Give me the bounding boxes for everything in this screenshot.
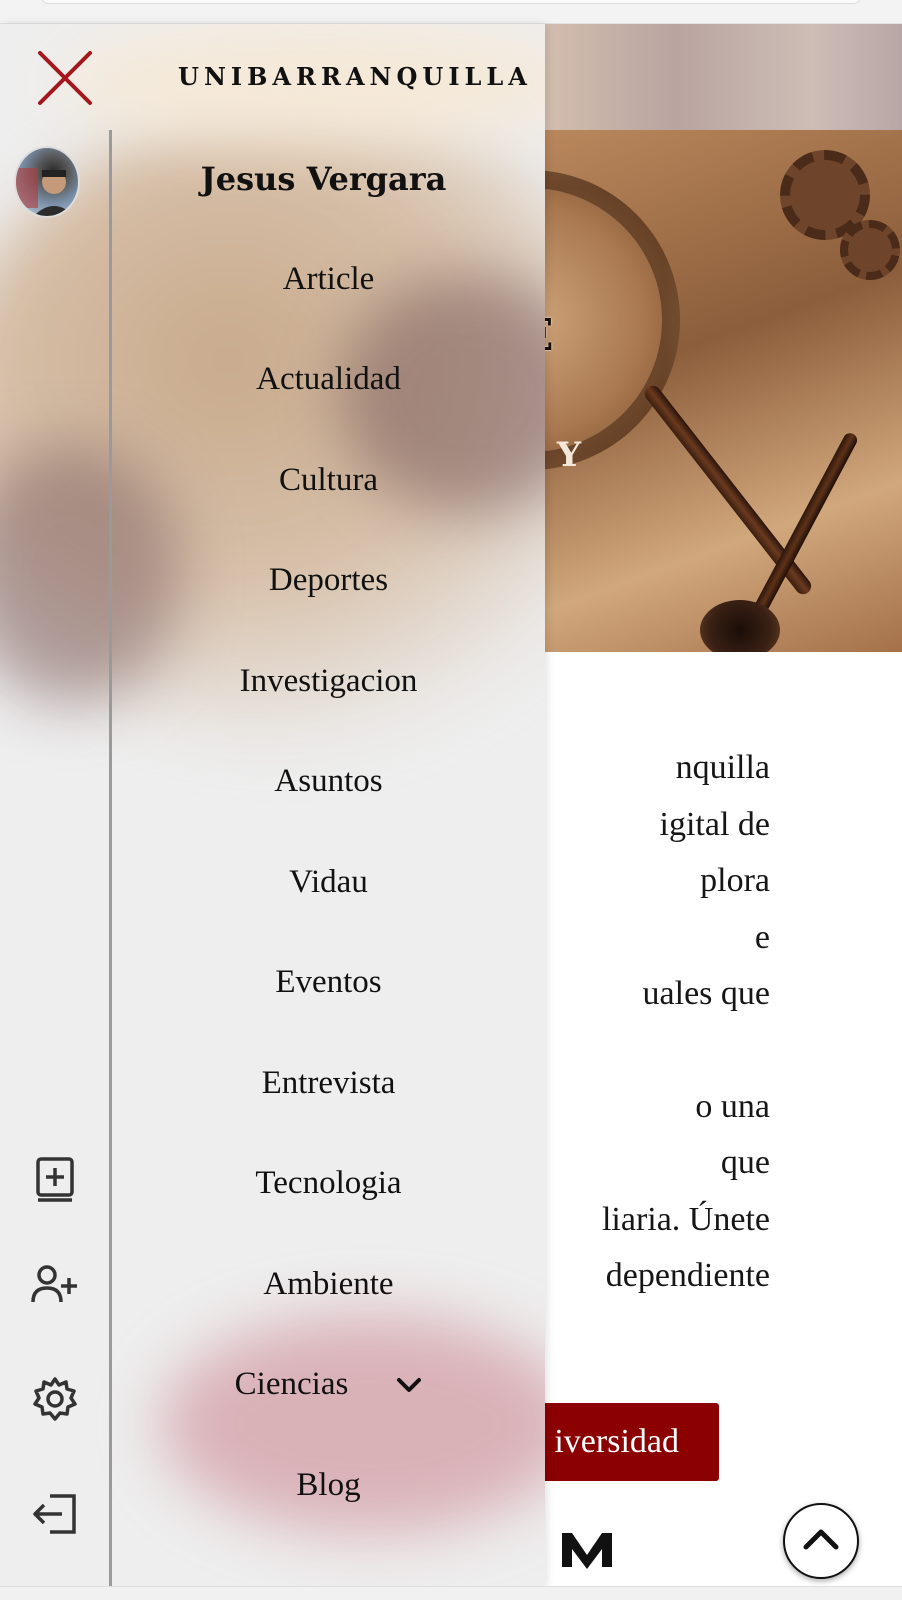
menu-item-label: Tecnologia: [255, 1165, 402, 1202]
logout-icon: [32, 1493, 78, 1538]
add-user-button[interactable]: [28, 1258, 82, 1312]
menu-item-label: Entrevista: [261, 1064, 396, 1101]
menu-item-eventos[interactable]: Eventos: [112, 933, 545, 1034]
menu-item-tecnologia[interactable]: Tecnologia: [112, 1134, 545, 1235]
add-post-button[interactable]: [28, 1154, 82, 1208]
address-bar[interactable]: [40, 0, 862, 4]
logout-button[interactable]: [28, 1488, 82, 1542]
close-button[interactable]: [36, 50, 94, 106]
chevron-down-icon[interactable]: [396, 1377, 422, 1393]
user-name[interactable]: Jesus Vergara: [112, 160, 535, 198]
menu-item-asuntos[interactable]: Asuntos: [112, 732, 545, 833]
scroll-to-top-button[interactable]: [783, 1503, 859, 1579]
menu-item-vidau[interactable]: Vidau: [112, 832, 545, 933]
bottom-system-bar: [0, 1586, 902, 1600]
menu-item-actualidad[interactable]: Actualidad: [112, 330, 545, 431]
site-brand[interactable]: UNIBARRANQUILLA: [130, 62, 545, 91]
menu-item-label: Vidau: [289, 863, 368, 900]
settings-button[interactable]: [28, 1373, 82, 1427]
menu-item-label: Investigacion: [239, 662, 418, 699]
menu-item-label: Deportes: [268, 562, 389, 599]
menu-item-label: Ciencias: [234, 1366, 349, 1403]
menu-item-label: Asuntos: [274, 763, 383, 800]
drawer-side-rail: [0, 130, 112, 1586]
hero-inkwell: [700, 600, 780, 652]
menu-item-label: Blog: [296, 1466, 361, 1503]
menu-item-ambiente[interactable]: Ambiente: [112, 1234, 545, 1335]
menu-item-article[interactable]: Article: [112, 229, 545, 330]
menu-item-label: Actualidad: [256, 361, 401, 398]
avatar[interactable]: [14, 146, 80, 218]
browser-top-strip: [0, 0, 902, 24]
menu-item-label: Eventos: [275, 964, 382, 1001]
medium-icon[interactable]: [560, 1529, 614, 1569]
menu-item-deportes[interactable]: Deportes: [112, 531, 545, 632]
add-user-icon: [31, 1264, 79, 1307]
menu-item-ciencias[interactable]: Ciencias: [112, 1335, 545, 1436]
menu-item-entrevista[interactable]: Entrevista: [112, 1033, 545, 1134]
menu-item-blog[interactable]: Blog: [112, 1435, 545, 1536]
menu-item-label: Article: [282, 260, 375, 297]
chevron-up-icon: [802, 1527, 840, 1556]
hero-gear-small: [840, 220, 900, 280]
menu-item-cultura[interactable]: Cultura: [112, 430, 545, 531]
menu-item-investigacion[interactable]: Investigacion: [112, 631, 545, 732]
drawer-header: UNIBARRANQUILLA: [0, 24, 545, 130]
add-post-icon: [33, 1156, 77, 1207]
close-icon: [36, 51, 94, 109]
menu-item-label: Cultura: [279, 461, 378, 498]
drawer-menu: Article Actualidad Cultura Deportes Inve…: [112, 229, 545, 1536]
settings-icon: [32, 1376, 78, 1425]
menu-item-label: Ambiente: [263, 1265, 394, 1302]
